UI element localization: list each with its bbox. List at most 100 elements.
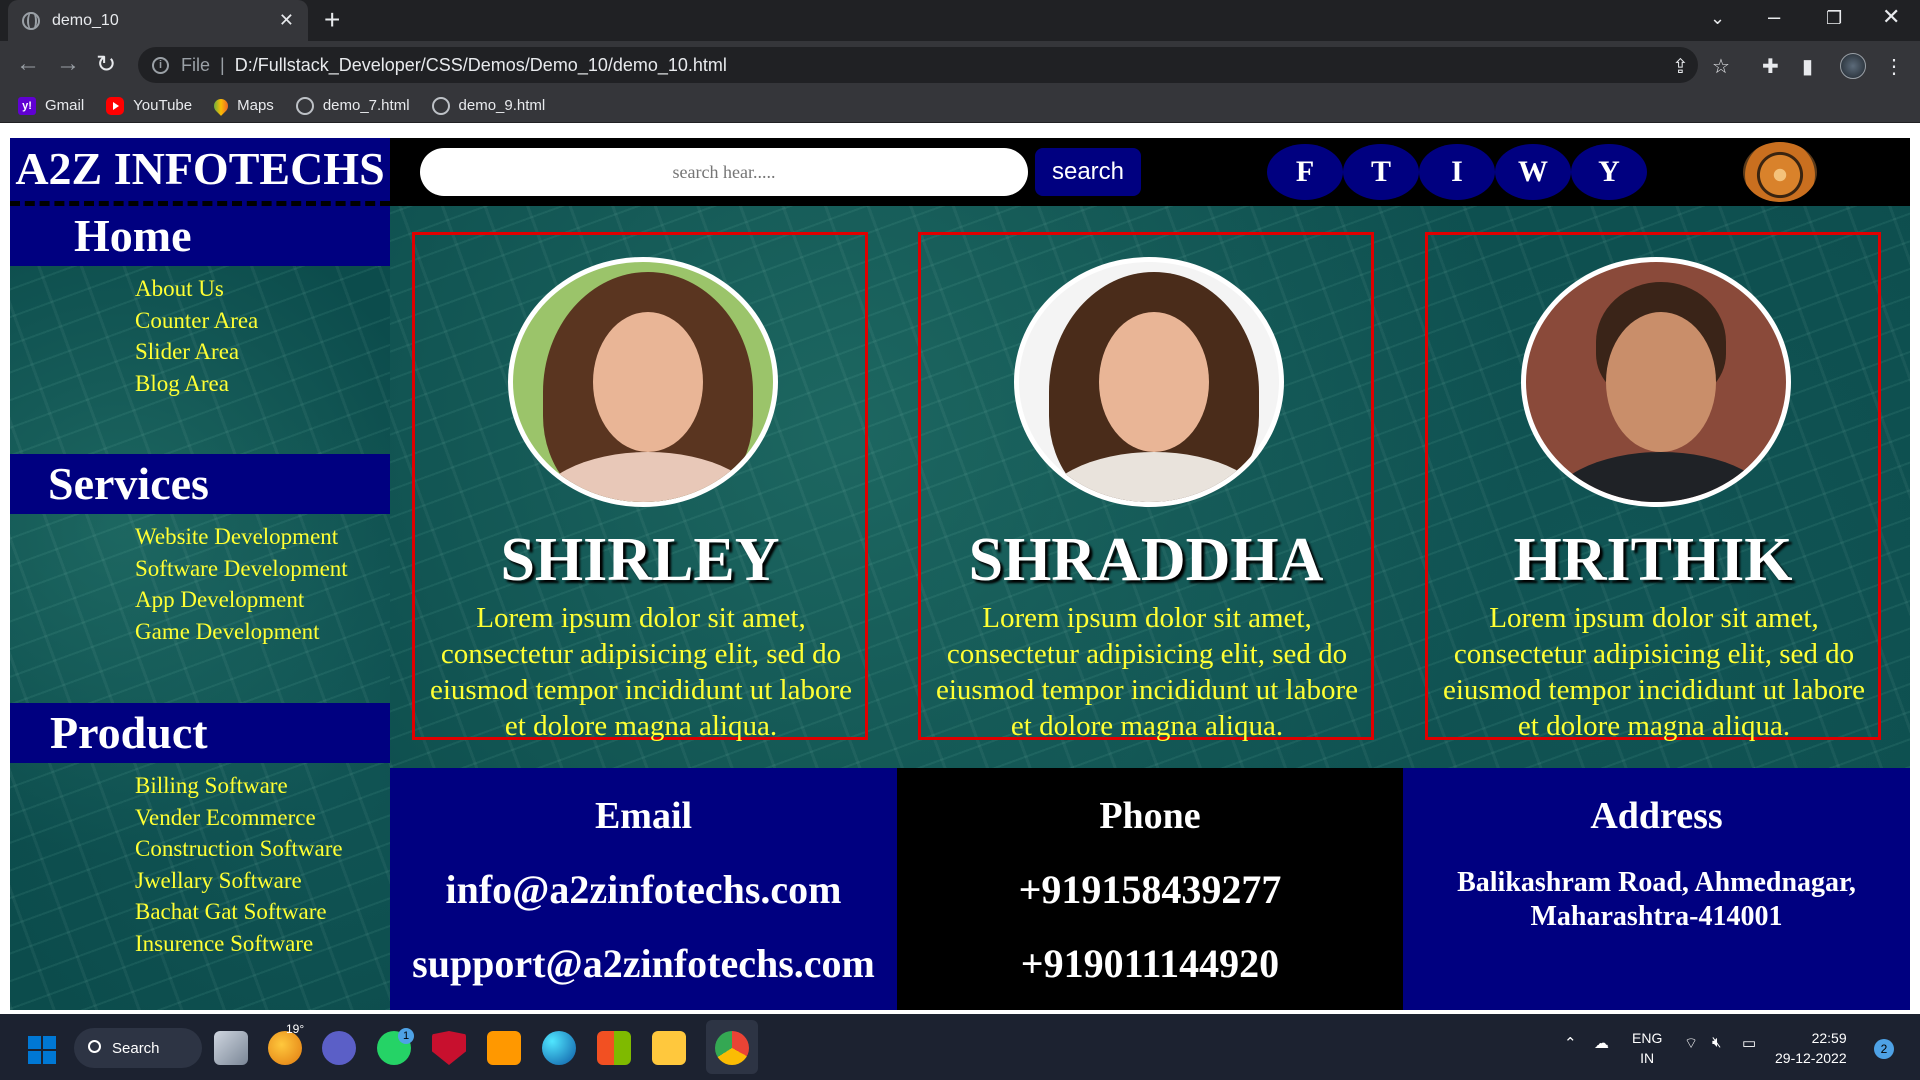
bookmark-youtube[interactable]: YouTube — [106, 96, 193, 115]
sidebar-link-game-development[interactable]: Game Development — [135, 619, 320, 645]
task-view-icon[interactable] — [214, 1031, 248, 1065]
sidebar: Home About Us Counter Area Slider Area B… — [10, 206, 390, 1010]
sidebar-link-blog-area[interactable]: Blog Area — [135, 371, 229, 397]
browser-tab[interactable]: demo_10 ✕ — [8, 0, 308, 41]
sidebar-link-jwellary-software[interactable]: Jwellary Software — [135, 868, 302, 894]
email-link-info[interactable]: info@a2zinfotechs.com — [390, 866, 897, 913]
sidebar-heading-product[interactable]: Product — [10, 703, 390, 763]
reload-icon[interactable]: ↻ — [96, 50, 116, 79]
tray-chevron-up-icon[interactable]: ⌃ — [1564, 1034, 1577, 1052]
page-viewport: A2Z INFOTECHS search F T I W Y Home Abou… — [0, 124, 1920, 1014]
phone-link-2[interactable]: +919011144920 — [897, 940, 1403, 987]
battery-icon[interactable]: ▭ — [1742, 1034, 1756, 1052]
yahoo-icon: y! — [18, 96, 36, 115]
profile-photo — [1014, 257, 1284, 507]
sidebar-link-software-development[interactable]: Software Development — [135, 556, 348, 582]
sublime-text-icon[interactable] — [487, 1031, 521, 1065]
contact-email-block: Email info@a2zinfotechs.com support@a2zi… — [390, 768, 897, 1010]
sidebar-link-construction-software[interactable]: Construction Software — [135, 836, 343, 862]
back-icon[interactable]: ← — [16, 50, 40, 78]
bookmark-demo9[interactable]: demo_9.html — [431, 96, 545, 115]
teams-chat-icon[interactable] — [322, 1031, 356, 1065]
phone-heading: Phone — [1099, 795, 1201, 837]
maps-pin-icon — [211, 95, 232, 116]
address-line: Maharashtra-414001 — [1530, 901, 1783, 932]
brand-logo[interactable]: A2Z INFOTECHS — [10, 138, 390, 206]
forward-icon[interactable]: → — [56, 50, 80, 78]
language-indicator[interactable]: ENG IN — [1632, 1028, 1662, 1068]
taskbar-search-label: Search — [112, 1039, 160, 1057]
social-instagram-button[interactable]: I — [1419, 144, 1495, 200]
search-icon — [88, 1040, 101, 1053]
social-twitter-button[interactable]: T — [1343, 144, 1419, 200]
notification-badge[interactable]: 2 — [1874, 1039, 1894, 1059]
restore-icon[interactable]: ❐ — [1826, 8, 1842, 29]
sidebar-link-slider-area[interactable]: Slider Area — [135, 339, 239, 365]
sidebar-link-bachat-gat-software[interactable]: Bachat Gat Software — [135, 899, 327, 925]
sidebar-link-counter-area[interactable]: Counter Area — [135, 308, 258, 334]
profile-avatar[interactable] — [1840, 53, 1866, 79]
sidebar-link-app-development[interactable]: App Development — [135, 587, 304, 613]
social-facebook-button[interactable]: F — [1267, 144, 1343, 200]
social-whatsapp-button[interactable]: W — [1495, 144, 1571, 200]
tab-close-icon[interactable]: ✕ — [279, 10, 294, 31]
clock-date: 29-12-2022 — [1775, 1050, 1847, 1066]
bookmark-maps[interactable]: Maps — [211, 95, 274, 116]
page-container: A2Z INFOTECHS search F T I W Y Home Abou… — [10, 138, 1910, 1010]
phone-link-1[interactable]: +919158439277 — [897, 866, 1403, 913]
omnibox-separator: | — [220, 54, 225, 75]
address-bar[interactable]: i File | D:/Fullstack_Developer/CSS/Demo… — [138, 47, 1698, 83]
search-button[interactable]: search — [1035, 148, 1141, 196]
extensions-puzzle-icon[interactable]: ✚ — [1762, 54, 1779, 79]
file-explorer-icon[interactable] — [652, 1031, 686, 1065]
menu-kebab-icon[interactable]: ⋮ — [1884, 54, 1904, 79]
sidebar-link-vender-ecommerce[interactable]: Vender Ecommerce — [135, 805, 316, 831]
system-clock[interactable]: 22:59 29-12-2022 — [1775, 1028, 1847, 1068]
chrome-icon[interactable] — [715, 1031, 749, 1065]
search-input[interactable] — [420, 148, 1028, 196]
windows-start-icon[interactable] — [28, 1036, 56, 1064]
youtube-icon — [106, 96, 125, 115]
tiger-avatar[interactable] — [1743, 142, 1817, 202]
bookmark-label: Gmail — [45, 97, 85, 114]
bookmarks-bar: y! Gmail YouTube Maps demo_7.html demo_9.… — [0, 89, 1920, 123]
share-icon[interactable]: ⇪ — [1672, 54, 1689, 79]
taskbar-search[interactable]: Search — [74, 1028, 202, 1068]
mcafee-shield-icon[interactable] — [432, 1031, 466, 1065]
volume-muted-icon[interactable]: 🔇︎ — [1712, 1034, 1721, 1051]
sidebar-heading-services[interactable]: Services — [10, 454, 390, 514]
microsoft-store-icon[interactable] — [597, 1031, 631, 1065]
address-line: Balikashram Road, Ahmednagar, — [1457, 867, 1856, 898]
profile-card-shraddha: SHRADDHA Lorem ipsum dolor sit amet, con… — [918, 232, 1374, 742]
bookmark-label: YouTube — [133, 97, 193, 114]
minimize-icon[interactable]: – — [1768, 4, 1780, 30]
whatsapp-badge: 1 — [398, 1028, 414, 1044]
photo-shirt — [1546, 452, 1776, 502]
sidebar-link-about-us[interactable]: About Us — [135, 276, 224, 302]
sidebar-link-billing-software[interactable]: Billing Software — [135, 773, 288, 799]
globe-icon — [431, 96, 450, 115]
email-link-support[interactable]: support@a2zinfotechs.com — [390, 940, 897, 987]
social-youtube-button[interactable]: Y — [1571, 144, 1647, 200]
close-window-icon[interactable]: ✕ — [1882, 4, 1900, 30]
globe-icon — [22, 11, 40, 30]
bookmark-label: Maps — [237, 97, 274, 114]
sidebar-link-insurence-software[interactable]: Insurence Software — [135, 931, 313, 957]
wifi-icon[interactable]: ⌔ — [1684, 1034, 1698, 1053]
address-text: Balikashram Road, Ahmednagar, Maharashtr… — [1403, 866, 1910, 934]
onedrive-cloud-icon[interactable]: ☁ — [1594, 1034, 1609, 1052]
email-heading: Email — [594, 795, 693, 837]
url-text[interactable]: D:/Fullstack_Developer/CSS/Demos/Demo_10… — [235, 55, 727, 76]
photo-face — [1606, 312, 1716, 452]
sidebar-link-website-development[interactable]: Website Development — [135, 524, 338, 550]
side-panel-icon[interactable]: ▮ — [1802, 54, 1813, 79]
tab-search-chevron-icon[interactable]: ⌄ — [1710, 8, 1725, 29]
bookmark-demo7[interactable]: demo_7.html — [295, 96, 410, 115]
sidebar-heading-home[interactable]: Home — [10, 206, 390, 266]
bookmark-star-icon[interactable]: ☆ — [1712, 54, 1730, 79]
new-tab-button[interactable]: + — [324, 4, 340, 36]
weather-icon[interactable] — [268, 1031, 302, 1065]
edge-browser-icon[interactable] — [542, 1031, 576, 1065]
info-icon[interactable]: i — [152, 56, 169, 74]
bookmark-gmail[interactable]: y! Gmail — [18, 96, 85, 115]
